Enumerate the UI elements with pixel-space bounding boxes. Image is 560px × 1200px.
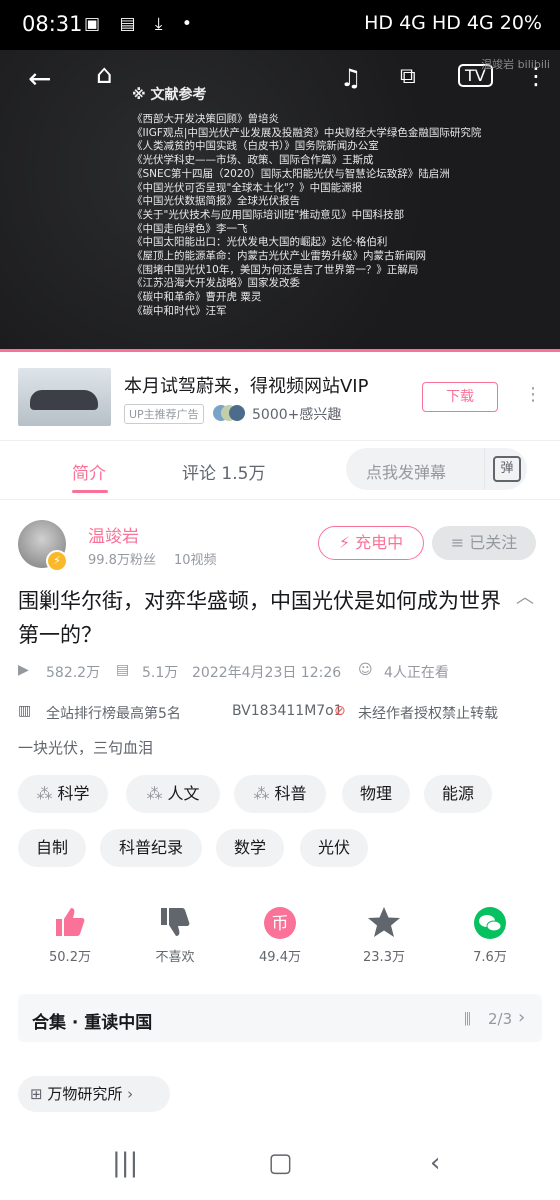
tag-item[interactable]: 自制 <box>18 829 86 867</box>
bvid: BV183411M7o1 <box>232 703 343 719</box>
cast-icon[interactable]: ⧉ <box>400 64 416 89</box>
references-list: 《西部大开发决策回顾》曾培炎 《IIGF观点|中国光伏产业发展及投融资》中央财经大… <box>132 113 481 319</box>
lightning-icon: ⚡ <box>338 533 351 552</box>
danmaku-icon: 弹 <box>493 456 521 482</box>
dislike-icon[interactable] <box>155 906 195 938</box>
reference-line: 《碳中和革命》曹开虎 粟灵 <box>132 291 262 304</box>
uploader-name[interactable]: 温竣岩 <box>88 522 139 547</box>
home-nav-icon[interactable]: ▢ <box>268 1148 293 1178</box>
copyright-notice: 未经作者授权禁止转载 <box>358 706 498 722</box>
danmaku-count: 5.1万 <box>142 665 179 681</box>
rank-text[interactable]: 全站排行榜最高第5名 <box>46 703 181 723</box>
rank-icon: ▥ <box>18 703 32 719</box>
reference-line: 《光伏学科史——市场、政策、国际合作篇》王斯成 <box>132 154 374 167</box>
tag-item[interactable]: 数学 <box>216 829 284 867</box>
recent-apps-icon[interactable]: ||| <box>112 1148 138 1178</box>
channel-icon: ⁂ <box>146 784 163 803</box>
channel-icon: ⁂ <box>36 784 53 803</box>
lightning-badge-icon: ⚡ <box>46 550 68 572</box>
reference-line: 《中国走向绿色》李一飞 <box>132 222 248 235</box>
reference-line: 《IIGF观点|中国光伏产业发展及投融资》中央财经大学绿色金融国际研究院 <box>132 126 482 139</box>
watermark: 温竣岩 bilibili <box>481 58 550 71</box>
tag-item[interactable]: ⁂ 科学 <box>18 775 108 813</box>
reference-line: 《江苏沿海大开发战略》国家发改委 <box>132 277 300 290</box>
tag-item[interactable]: ⁂ 科普 <box>234 775 326 813</box>
watching-count: 4人正在看 <box>384 665 449 681</box>
collapse-chevron-icon[interactable]: ︿ <box>516 583 534 609</box>
reference-line: 《中国太阳能出口：光伏发电大国的崛起》达伦·格伯利 <box>132 236 388 249</box>
status-time: 08:31 <box>22 12 83 36</box>
notification-icons: ▣ ▤ ⤓ • <box>84 14 199 34</box>
interest-avatars <box>213 405 245 421</box>
like-icon[interactable] <box>50 906 90 938</box>
video-progress[interactable] <box>0 349 560 352</box>
ad-title[interactable]: 本月试驾蔚来，得视频网站VIP <box>124 372 368 398</box>
charge-label: 充电中 <box>355 533 404 552</box>
ad-interest: 5000+感兴趣 <box>252 407 342 423</box>
reference-line: 《中国光伏数据简报》全球光伏报告 <box>132 195 300 208</box>
reference-line: 《西部大开发决策回顾》曾培炎 <box>132 113 279 125</box>
dislike-label: 不喜欢 <box>155 950 195 965</box>
home-icon[interactable]: ⌂ <box>96 60 113 90</box>
reference-line: 《人类减贫的中国实践（白皮书）》国务院新闻办公室 <box>132 140 379 153</box>
topic-chip[interactable]: ⊞ 万物研究所 › <box>18 1076 170 1112</box>
danmaku-placeholder[interactable]: 点我发弹幕 <box>366 459 446 483</box>
like-count: 50.2万 <box>49 950 91 965</box>
hashtag-icon: ⊞ <box>30 1085 43 1103</box>
tab-indicator <box>72 490 108 493</box>
reference-line: 《围堵中国光伏10年，美国为何还是吉了世界第一？》正解局 <box>132 263 419 276</box>
tag-item[interactable]: 光伏 <box>300 829 368 867</box>
headphones-icon[interactable]: ♫ <box>340 64 362 92</box>
svg-text:币: 币 <box>272 914 289 934</box>
video-title: 围剿华尔街，对弈华盛顿，中国光伏是如何成为世界第一的？ <box>18 589 501 647</box>
tag-item[interactable]: 物理 <box>342 775 410 813</box>
refs-title: ※ 文献参考 <box>132 87 207 103</box>
playlist-icon: ⫼ <box>464 1010 471 1028</box>
charge-button[interactable]: ⚡ 充电中 <box>318 526 424 560</box>
uploader-fans: 99.8万粉丝 <box>88 553 156 568</box>
download-button[interactable]: 下载 <box>422 382 498 412</box>
danmaku-toggle-button[interactable]: 弹 <box>484 448 527 490</box>
reference-line: 《关于"光伏技术与应用国际培训班"推动意见》中国科技部 <box>132 208 405 221</box>
play-icon: ▶ <box>18 662 29 678</box>
reference-line: 《中国光伏可否呈现"全球本土化"？》中国能源报 <box>132 181 363 194</box>
menu-icon: ≡ <box>450 533 465 552</box>
chevron-right-icon: › <box>518 1007 526 1028</box>
tab-comments[interactable]: 评论 1.5万 <box>182 459 265 484</box>
collection-page: 2/3 <box>488 1010 513 1028</box>
ad-more-icon[interactable]: ⋮ <box>524 384 542 405</box>
no-repost-icon: ⊘ <box>334 703 346 719</box>
danmaku-count-icon: ▤ <box>116 662 130 678</box>
tag-item[interactable]: 能源 <box>424 775 492 813</box>
chevron-right-icon: › <box>127 1085 134 1103</box>
coin-count: 49.4万 <box>259 950 301 965</box>
tab-intro[interactable]: 简介 <box>72 459 106 484</box>
video-description: 一块光伏，三句血泪 <box>18 739 154 757</box>
watching-icon: ☺ <box>358 662 373 678</box>
ad-tag: UP主推荐广告 <box>124 404 204 424</box>
collection-title: 合集 · 重读中国 <box>32 1013 153 1033</box>
tag-item[interactable]: 科普纪录 <box>100 829 202 867</box>
share-count: 7.6万 <box>473 950 507 965</box>
uploader-videos: 10视频 <box>174 553 217 568</box>
publish-date: 2022年4月23日 12:26 <box>192 665 342 681</box>
back-nav-icon[interactable]: ‹ <box>430 1148 440 1178</box>
reference-line: 《SNEC第十四届（2020）国际太阳能光伏与智慧论坛致辞》陆启洲 <box>132 167 450 180</box>
fav-count: 23.3万 <box>363 950 405 965</box>
back-icon[interactable]: ← <box>28 62 51 95</box>
follow-label: 已关注 <box>469 533 518 552</box>
status-bar: 08:31 ▣ ▤ ⤓ • HD 4G HD 4G 20% <box>0 0 560 50</box>
follow-button[interactable]: ≡ 已关注 <box>432 526 536 560</box>
coin-icon[interactable]: 币 <box>260 906 300 939</box>
views-count: 582.2万 <box>46 665 101 681</box>
reference-line: 《屋顶上的能源革命：内蒙古光伏产业雷势升级》内蒙古新闻网 <box>132 250 426 263</box>
channel-icon: ⁂ <box>253 784 270 803</box>
wechat-share-icon[interactable] <box>470 906 510 939</box>
topic-label: 万物研究所 <box>47 1085 123 1103</box>
status-right: HD 4G HD 4G 20% <box>364 12 542 34</box>
car-image <box>30 390 98 410</box>
tag-item[interactable]: ⁂ 人文 <box>126 775 220 813</box>
reference-line: 《碳中和时代》汪军 <box>132 304 227 317</box>
favorite-star-icon[interactable] <box>364 906 404 938</box>
